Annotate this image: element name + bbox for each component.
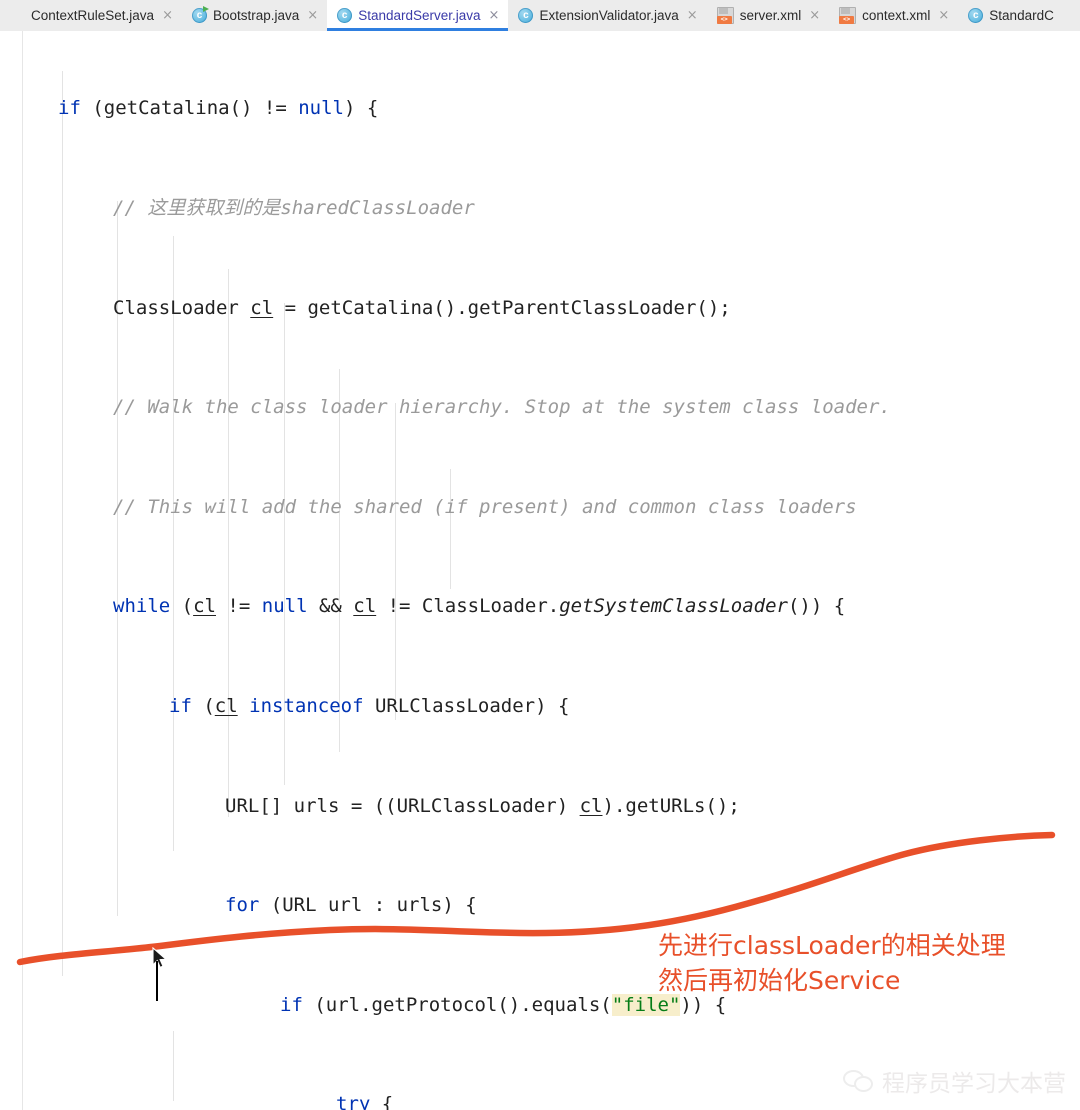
code-line[interactable]: URL[] urls = ((URLClassLoader) cl).getUR… [0, 790, 1080, 823]
xml-file-icon [839, 7, 857, 24]
tab-label: Bootstrap.java [212, 8, 300, 23]
close-icon[interactable]: × [685, 0, 698, 31]
tab-standardcontext-java[interactable]: StandardC [958, 0, 1063, 31]
java-class-icon [337, 8, 353, 23]
editor-tab-bar: ContextRuleSet.java × Bootstrap.java × S… [0, 0, 1080, 32]
code-line[interactable]: // 这里获取到的是sharedClassLoader [0, 192, 1080, 225]
code-line[interactable]: try { [0, 1088, 1080, 1110]
ide-editor-window: ContextRuleSet.java × Bootstrap.java × S… [0, 0, 1080, 1110]
code-line[interactable]: ClassLoader cl = getCatalina().getParent… [0, 292, 1080, 325]
tab-label: StandardC [989, 8, 1054, 23]
code-line[interactable]: for (URL url : urls) { [0, 889, 1080, 922]
code-line[interactable]: if (cl instanceof URLClassLoader) { [0, 690, 1080, 723]
code-line[interactable]: if (getCatalina() != null) { [0, 92, 1080, 125]
close-icon[interactable]: × [160, 0, 173, 31]
tab-label: context.xml [862, 8, 931, 23]
xml-file-icon [716, 7, 734, 24]
close-icon[interactable]: × [487, 0, 500, 31]
code-line[interactable]: // This will add the shared (if present)… [0, 491, 1080, 524]
tab-label: StandardServer.java [358, 8, 481, 23]
tab-label: ContextRuleSet.java [31, 8, 155, 23]
java-runnable-class-icon [191, 6, 209, 23]
code-line[interactable]: while (cl != null && cl != ClassLoader.g… [0, 590, 1080, 623]
close-icon[interactable]: × [807, 0, 820, 31]
close-icon[interactable]: × [305, 0, 318, 31]
tab-standardserver-java[interactable]: StandardServer.java × [327, 0, 509, 31]
java-class-icon [968, 8, 984, 23]
java-class-icon [518, 8, 534, 23]
tab-bootstrap-java[interactable]: Bootstrap.java × [182, 0, 327, 31]
code-line[interactable]: if (url.getProtocol().equals("file")) { [0, 989, 1080, 1022]
code-editor-pane[interactable]: if (getCatalina() != null) { // 这里获取到的是s… [0, 31, 1080, 1110]
tab-extensionvalidator-java[interactable]: ExtensionValidator.java × [508, 0, 706, 31]
tab-label: ExtensionValidator.java [539, 8, 679, 23]
tab-label: server.xml [739, 8, 802, 23]
tab-server-xml[interactable]: server.xml × [707, 0, 829, 31]
source-code[interactable]: if (getCatalina() != null) { // 这里获取到的是s… [0, 31, 1080, 1110]
tab-context-xml[interactable]: context.xml × [829, 0, 958, 31]
close-icon[interactable]: × [936, 0, 949, 31]
code-line[interactable]: // Walk the class loader hierarchy. Stop… [0, 391, 1080, 424]
tab-contextruleset-java[interactable]: ContextRuleSet.java × [0, 0, 182, 31]
